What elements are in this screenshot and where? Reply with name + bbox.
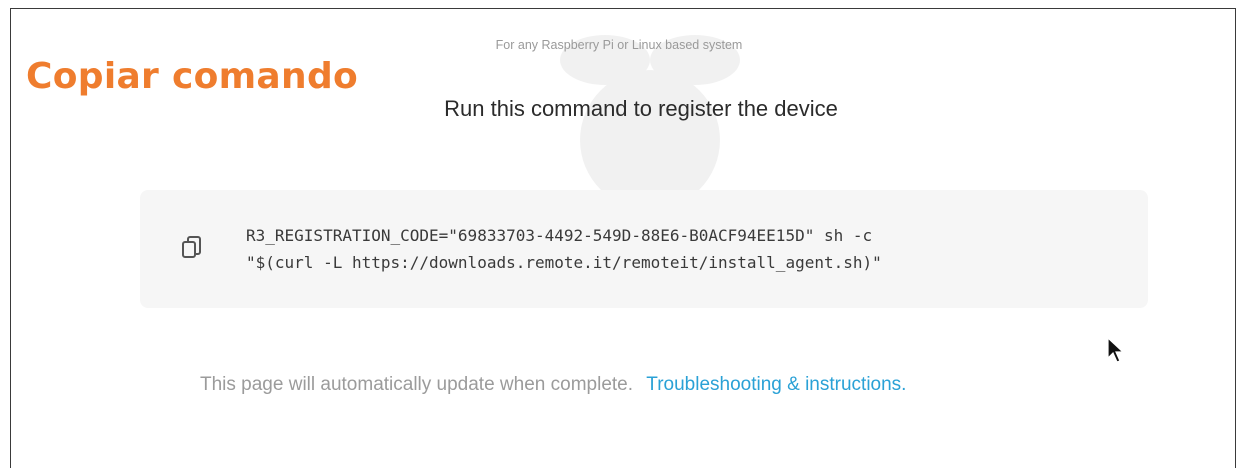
registration-command[interactable]: R3_REGISTRATION_CODE="69833703-4492-549D… <box>246 222 882 276</box>
command-line-2: "$(curl -L https://downloads.remote.it/r… <box>246 253 882 272</box>
troubleshooting-link[interactable]: Troubleshooting & instructions. <box>646 374 906 395</box>
copy-command-annotation: Copiar comando <box>26 56 359 97</box>
page-subtitle: For any Raspberry Pi or Linux based syst… <box>495 38 743 52</box>
command-line-1: R3_REGISTRATION_CODE="69833703-4492-549D… <box>246 226 873 245</box>
mouse-pointer-icon <box>1107 336 1125 363</box>
copy-button[interactable] <box>180 236 206 264</box>
copy-icon <box>182 236 201 258</box>
page-title: Run this command to register the device <box>444 96 838 121</box>
status-footer: This page will automatically update when… <box>200 374 906 396</box>
auto-update-status: This page will automatically update when… <box>200 374 634 395</box>
